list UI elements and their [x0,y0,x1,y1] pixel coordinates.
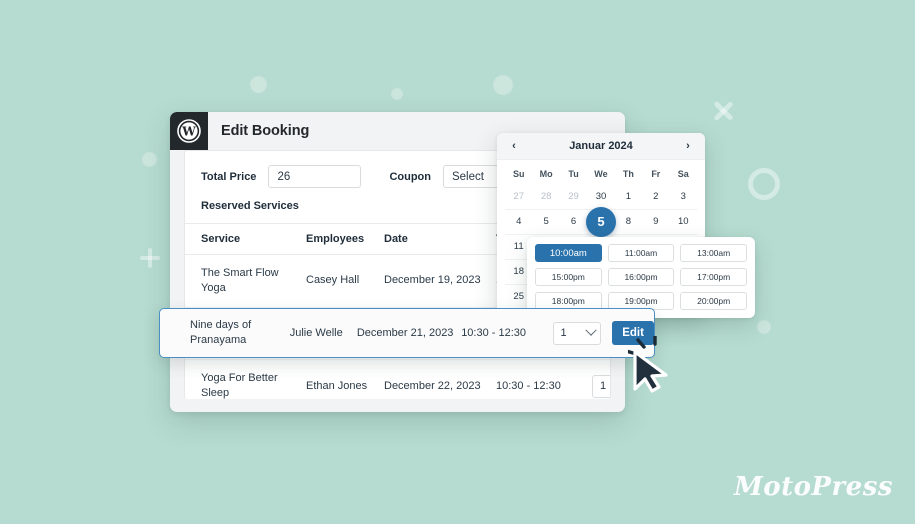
cell-quantity: 1 [552,321,613,345]
weekday-tu: Tu [568,169,579,179]
calendar-day[interactable]: 6 [560,210,587,234]
calendar-header: ‹ Januar 2024 › [497,133,705,160]
time-slot-option[interactable]: 13:00am [680,244,748,262]
chevron-left-icon[interactable]: ‹ [509,140,519,152]
total-price-input[interactable]: 26 [268,165,362,188]
decor-circle-dot [250,76,267,93]
cell-service: Yoga For Better Sleep [185,359,306,399]
calendar-day[interactable]: 2 [642,185,669,209]
calendar-day[interactable]: 5 [532,210,559,234]
cell-date: December 19, 2023 [384,254,496,308]
time-slots-popup[interactable]: 10:00am 11:00am 13:00am 15:00pm 16:00pm … [527,237,755,318]
cell-time: 10:30 - 12:30 [496,359,592,399]
coupon-label: Coupon [389,170,431,183]
calendar-day[interactable]: 1 [615,185,642,209]
calendar-month-label: Januar 2024 [569,140,633,152]
chevron-down-icon [584,324,597,336]
calendar-day[interactable]: 28 [532,185,559,209]
calendar-day[interactable]: 29 [560,185,587,209]
column-header-employees: Employees [306,223,384,255]
page-title: Edit Booking [221,123,310,139]
table-row[interactable]: Yoga For Better Sleep Ethan Jones Decemb… [185,359,610,399]
calendar-weekday-row: Su Mo Tu We Th Fr Sa [505,164,697,185]
calendar-day[interactable]: 4 [505,210,532,234]
time-slot-row: 15:00pm 16:00pm 17:00pm [535,268,748,286]
edit-button[interactable]: Edit [612,321,654,345]
weekday-we: We [594,169,608,179]
cell-date: December 21, 2023 [356,326,454,339]
weekday-sa: Sa [677,169,689,179]
calendar-day[interactable]: 3 [670,185,697,209]
column-header-date: Date [384,223,496,255]
calendar-day[interactable]: 27 [505,185,532,209]
time-slot-option[interactable]: 10:00am [535,244,602,262]
cell-service: Nine days of Pranayama [190,319,252,346]
decor-plus-mark [140,248,160,268]
time-slot-row: 10:00am 11:00am 13:00am [535,244,748,262]
decor-circle-dot [757,320,771,334]
time-slot-option[interactable]: 11:00am [607,244,675,262]
cell-service: The Smart Flow Yoga [185,254,306,308]
calendar-day[interactable]: 10 [670,210,697,234]
decor-circle-dot [142,152,157,167]
quantity-value: 1 [560,326,567,339]
calendar-day[interactable]: 30 [587,185,614,209]
screenshot-stage: W Edit Booking Total Price 26 Coupon Sel… [0,0,915,524]
calendar-day[interactable]: 9 [642,210,669,234]
time-slot-option[interactable]: 16:00pm [607,268,675,286]
cell-employee: Casey Hall [306,254,384,308]
column-header-service: Service [185,223,306,255]
decor-ring-outline [748,168,780,200]
quantity-value: 1 [600,379,607,392]
chevron-right-icon[interactable]: › [683,140,693,152]
coupon-select-value: Select [451,170,484,183]
weekday-th: Th [622,169,634,179]
cell-employee: Ethan Jones [306,359,384,399]
cell-employee: Julie Welle [289,326,343,339]
time-slot-option[interactable]: 20:00pm [680,292,748,310]
weekday-mo: Mo [539,169,553,179]
calendar-day[interactable]: 8 [615,210,642,234]
quantity-select[interactable]: 1 [552,321,601,345]
cell-quantity: 1 [592,359,610,399]
cell-time: 10:30 - 12:30 [461,326,527,339]
decor-circle-dot [391,88,403,100]
wordpress-icon: W [170,112,208,150]
cell-date: December 22, 2023 [384,359,496,399]
weekday-fr: Fr [651,169,661,179]
decor-circle-dot [493,75,513,95]
svg-text:W: W [181,125,196,139]
total-price-label: Total Price [201,170,257,183]
weekday-su: Su [512,169,525,179]
calendar-day-selected[interactable]: 5 [585,207,616,237]
time-slot-option[interactable]: 17:00pm [680,268,748,286]
time-slot-option[interactable]: 15:00pm [535,268,602,286]
decor-x-mark [712,100,734,122]
highlighted-service-row[interactable]: Nine days of Pranayama Julie Welle Decem… [159,308,655,358]
quantity-select[interactable]: 1 [592,374,610,398]
motopress-logo: MotoPress [733,472,893,502]
calendar-week-row: 4 5 6 5 8 9 10 [505,207,697,237]
calendar-day-container: 5 [585,207,616,237]
